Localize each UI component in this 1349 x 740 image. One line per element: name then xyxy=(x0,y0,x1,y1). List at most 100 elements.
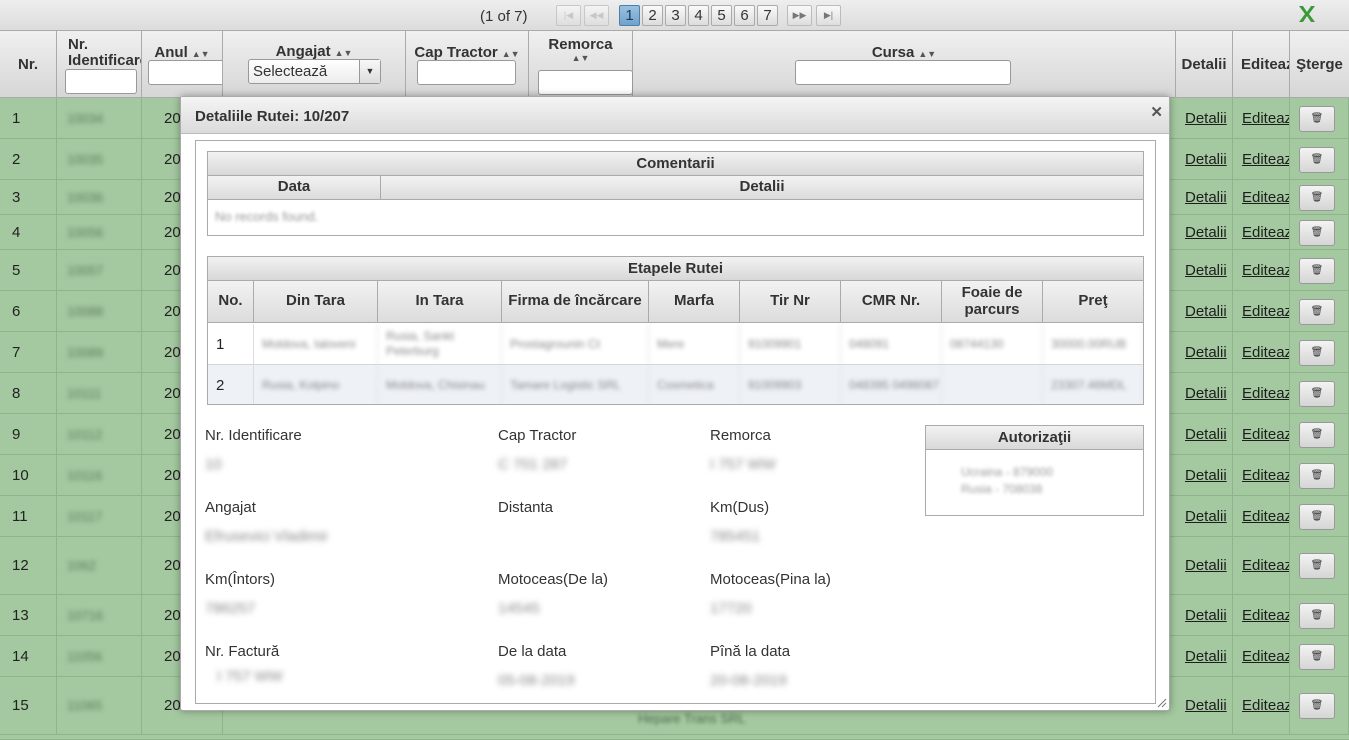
col-foaie: Foaie de parcurs xyxy=(942,281,1043,322)
filter-cap-tractor[interactable] xyxy=(417,60,516,85)
delete-button[interactable]: 🗑 xyxy=(1299,105,1335,132)
delete-button[interactable]: 🗑 xyxy=(1299,602,1335,629)
delete-button[interactable]: 🗑 xyxy=(1299,339,1335,366)
details-link[interactable]: Detalii xyxy=(1185,385,1227,402)
stage-cell-din-tara: Rusia, Kolpino xyxy=(254,365,378,404)
details-link[interactable]: Detalii xyxy=(1185,697,1227,714)
col-remorca[interactable]: Remorca ▲▼ xyxy=(529,31,633,98)
edit-link[interactable]: Editează xyxy=(1242,385,1289,402)
cell-sterge: 🗑 xyxy=(1290,373,1349,413)
label-motoceas-de-la: Motoceas(De la) xyxy=(498,571,609,588)
edit-link[interactable]: Editează xyxy=(1242,508,1289,525)
details-link[interactable]: Detalii xyxy=(1185,262,1227,279)
delete-button[interactable]: 🗑 xyxy=(1299,693,1335,719)
angajat-select[interactable]: Selectează ▼ xyxy=(248,59,381,84)
value-remorca: I 757 WW xyxy=(710,456,776,473)
page-3-button[interactable]: 3 xyxy=(665,5,686,26)
edit-link[interactable]: Editează xyxy=(1242,607,1289,624)
value-angajat: Efrusevici Vladimir xyxy=(205,528,329,545)
value-motoceas-pina-la: 17720 xyxy=(710,600,752,617)
page-4-button[interactable]: 4 xyxy=(688,5,709,26)
col-pret: Preţ xyxy=(1078,292,1108,310)
col-angajat[interactable]: Angajat ▲▼ Selectează ▼ xyxy=(223,31,406,98)
col-anul[interactable]: Anul ▲▼ xyxy=(142,31,223,98)
paginator: (1 of 7) |◀ ◀◀ 1 2 3 4 5 6 7 ▶▶ ▶| xyxy=(0,0,1349,31)
details-link[interactable]: Detalii xyxy=(1185,344,1227,361)
edit-link[interactable]: Editează xyxy=(1242,697,1289,714)
cell-editeaza: Editează xyxy=(1233,677,1290,734)
filter-nr-identificare[interactable] xyxy=(65,69,137,94)
last-page-button[interactable]: ▶| xyxy=(816,5,841,26)
cell-sterge: 🗑 xyxy=(1290,180,1349,214)
delete-button[interactable]: 🗑 xyxy=(1299,553,1335,579)
filter-cursa[interactable] xyxy=(795,60,1011,85)
next-page-icon: ▶▶ xyxy=(792,10,807,20)
edit-link[interactable]: Editează xyxy=(1242,648,1289,665)
delete-button[interactable]: 🗑 xyxy=(1299,298,1335,325)
prev-page-button[interactable]: ◀◀ xyxy=(584,5,609,26)
excel-export-icon[interactable] xyxy=(1296,4,1318,24)
label-nr-factura: Nr. Factură xyxy=(205,643,280,660)
filter-remorca[interactable] xyxy=(538,70,633,95)
dialog-titlebar: Detaliile Rutei: 10/207 ✕ xyxy=(181,97,1169,134)
trash-icon: 🗑 xyxy=(1310,560,1324,571)
edit-link[interactable]: Editează xyxy=(1242,557,1289,574)
delete-button[interactable]: 🗑 xyxy=(1299,257,1335,284)
stage-cell-no: 1 xyxy=(208,324,254,364)
cell-nr: 2 xyxy=(0,139,57,179)
edit-link[interactable]: Editează xyxy=(1242,467,1289,484)
filter-anul[interactable] xyxy=(148,60,222,85)
details-link[interactable]: Detalii xyxy=(1185,110,1227,127)
stage-cell-cmr-nr: 048091 xyxy=(841,324,942,364)
value-nr-factura: I 757 WW xyxy=(217,668,283,685)
stage-cell-marfa: Cosmetica xyxy=(649,365,740,404)
page-5-button[interactable]: 5 xyxy=(711,5,732,26)
first-page-button[interactable]: |◀ xyxy=(556,5,581,26)
edit-link[interactable]: Editează xyxy=(1242,110,1289,127)
details-link[interactable]: Detalii xyxy=(1185,189,1227,206)
details-link[interactable]: Detalii xyxy=(1185,224,1227,241)
col-nr-identificare[interactable]: Nr. Identificare xyxy=(57,31,142,98)
delete-button[interactable]: 🗑 xyxy=(1299,219,1335,246)
trash-icon: 🗑 xyxy=(1310,305,1324,317)
details-link[interactable]: Detalii xyxy=(1185,607,1227,624)
details-link[interactable]: Detalii xyxy=(1185,648,1227,665)
delete-button[interactable]: 🗑 xyxy=(1299,146,1335,173)
details-link[interactable]: Detalii xyxy=(1185,426,1227,443)
delete-button[interactable]: 🗑 xyxy=(1299,643,1335,670)
page-2-button[interactable]: 2 xyxy=(642,5,663,26)
details-link[interactable]: Detalii xyxy=(1185,557,1227,574)
table-header: Nr. Nr. Identificare Anul ▲▼ Angajat ▲▼ Se… xyxy=(0,31,1349,98)
first-page-icon: |◀ xyxy=(563,10,574,20)
details-link[interactable]: Detalii xyxy=(1185,151,1227,168)
cell-nr-identificare: 10716 xyxy=(57,595,142,635)
delete-button[interactable]: 🗑 xyxy=(1299,380,1335,407)
col-cursa[interactable]: Cursa ▲▼ xyxy=(633,31,1176,98)
edit-link[interactable]: Editează xyxy=(1242,344,1289,361)
last-page-icon: ▶| xyxy=(823,10,834,20)
close-icon[interactable]: ✕ xyxy=(1150,103,1163,121)
page-1-button[interactable]: 1 xyxy=(619,5,640,26)
edit-link[interactable]: Editează xyxy=(1242,224,1289,241)
delete-button[interactable]: 🗑 xyxy=(1299,462,1335,489)
edit-link[interactable]: Editează xyxy=(1242,303,1289,320)
details-link[interactable]: Detalii xyxy=(1185,467,1227,484)
cell-detalii: Detalii xyxy=(1176,180,1233,214)
details-link[interactable]: Detalii xyxy=(1185,303,1227,320)
edit-link[interactable]: Editează xyxy=(1242,151,1289,168)
resize-handle-icon[interactable] xyxy=(1157,698,1167,708)
cell-detalii: Detalii xyxy=(1176,677,1233,734)
edit-link[interactable]: Editează xyxy=(1242,426,1289,443)
delete-button[interactable]: 🗑 xyxy=(1299,503,1335,530)
next-page-button[interactable]: ▶▶ xyxy=(787,5,812,26)
page-6-button[interactable]: 6 xyxy=(734,5,755,26)
col-cap-tractor[interactable]: Cap Tractor ▲▼ xyxy=(406,31,529,98)
page-7-button[interactable]: 7 xyxy=(757,5,778,26)
delete-button[interactable]: 🗑 xyxy=(1299,421,1335,448)
cell-detalii: Detalii xyxy=(1176,373,1233,413)
edit-link[interactable]: Editează xyxy=(1242,262,1289,279)
delete-button[interactable]: 🗑 xyxy=(1299,184,1335,211)
label-pina-la-data: Pînă la data xyxy=(710,643,791,660)
details-link[interactable]: Detalii xyxy=(1185,508,1227,525)
edit-link[interactable]: Editează xyxy=(1242,189,1289,206)
